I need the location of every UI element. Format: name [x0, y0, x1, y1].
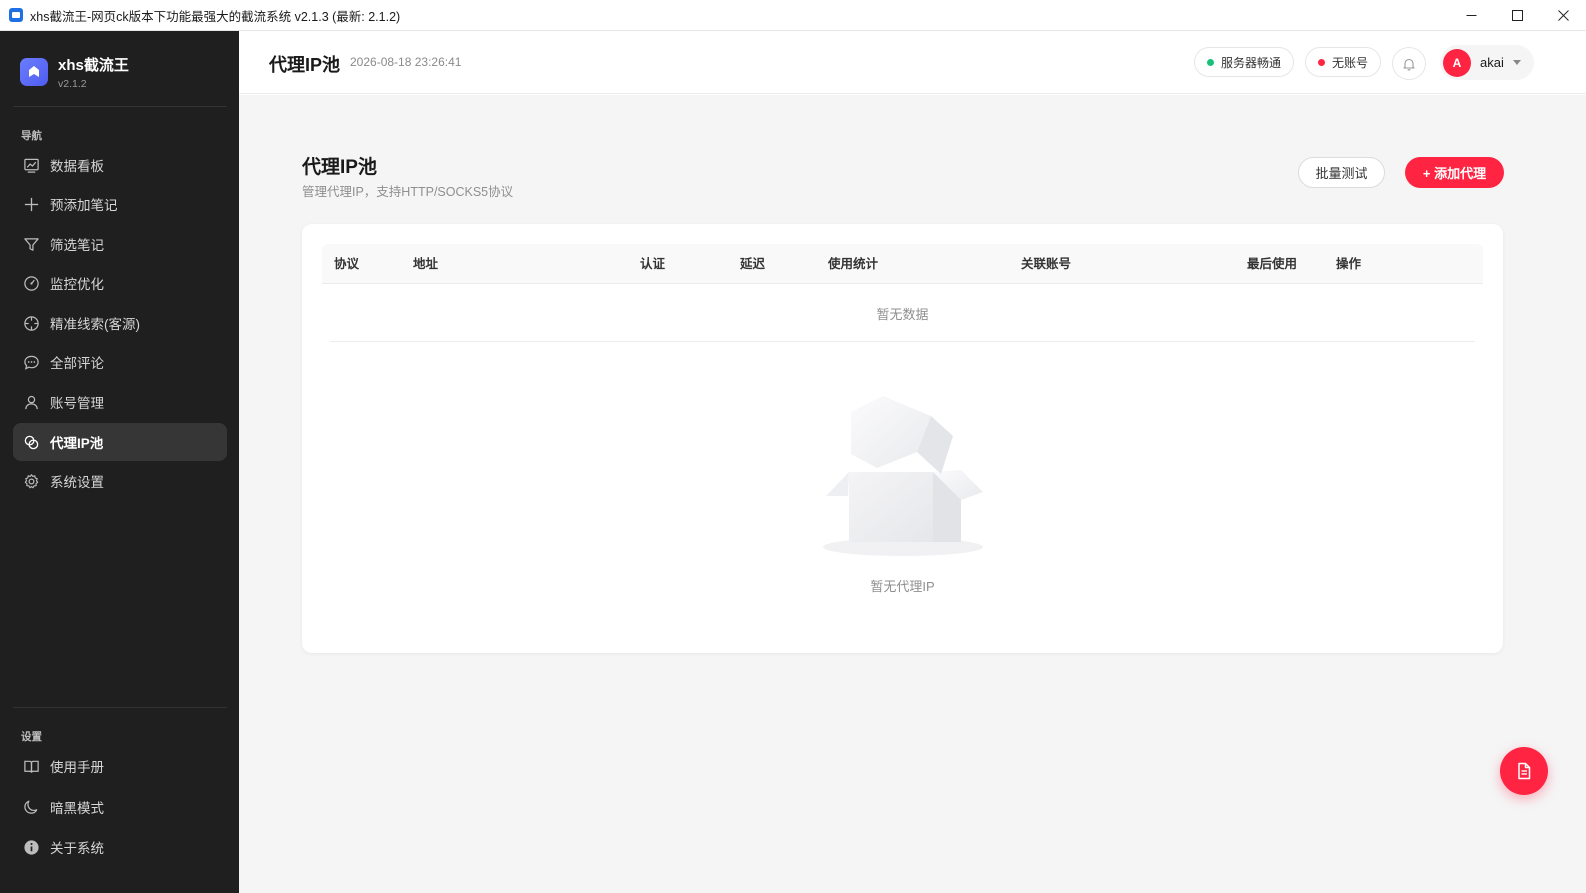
sidebar-item-proxy-pool[interactable]: 代理IP池 [13, 423, 227, 461]
empty-box-illustration [823, 396, 983, 556]
sidebar-item-manual[interactable]: 使用手册 [13, 747, 227, 785]
sidebar-item-filter-notes[interactable]: 筛选笔记 [13, 225, 227, 263]
plus-icon [24, 197, 39, 211]
document-icon [1518, 762, 1531, 780]
brand-version: v2.1.2 [58, 78, 87, 90]
sidebar-item-label: 全部评论 [50, 356, 104, 371]
account-status-text: 无账号 [1332, 55, 1369, 70]
table-header: 协议 地址 认证 延迟 使用统计 关联账号 最后使用 操作 [322, 244, 1483, 284]
section-title: 代理IP池 [302, 157, 377, 178]
gear-icon [24, 473, 39, 488]
sidebar-item-leads[interactable]: 精准线索(客源) [13, 304, 227, 342]
column-header-latency: 延迟 [740, 257, 766, 271]
empty-state-text: 暂无代理IP [870, 579, 935, 594]
main-content: 代理IP池 管理代理IP，支持HTTP/SOCKS5协议 批量测试 + 添加代理… [239, 95, 1586, 893]
page-title: 代理IP池 [269, 55, 341, 75]
sidebar: xhs截流王 v2.1.2 导航 数据看板 预添加笔记 筛选笔记 监控优化 精准… [0, 31, 239, 893]
add-proxy-button[interactable]: + 添加代理 [1405, 157, 1504, 188]
top-header: 代理IP池 2026-08-18 23:26:41 服务器畅通 无账号 A ak… [239, 31, 1586, 94]
sidebar-item-label: 关于系统 [50, 841, 104, 856]
sidebar-item-dark-mode[interactable]: 暗黑模式 [13, 788, 227, 826]
sidebar-item-label: 精准线索(客源) [50, 317, 140, 332]
floating-doc-button[interactable] [1500, 747, 1548, 795]
notification-button[interactable] [1392, 47, 1426, 80]
app-icon [9, 8, 23, 22]
user-icon [25, 395, 38, 409]
gauge-icon [24, 275, 39, 291]
nav-section-label: 导航 [21, 130, 42, 142]
comment-icon [24, 355, 39, 370]
column-header-linked-account: 关联账号 [1021, 257, 1072, 271]
proxy-table-card: 协议 地址 认证 延迟 使用统计 关联账号 最后使用 操作 暂无数据 暂无代理I… [302, 224, 1503, 653]
filter-icon [24, 237, 39, 251]
sidebar-item-accounts[interactable]: 账号管理 [13, 383, 227, 421]
brand-logo-icon [20, 58, 48, 86]
sidebar-item-label: 筛选笔记 [50, 238, 104, 253]
column-header-actions: 操作 [1336, 257, 1362, 271]
sidebar-item-about[interactable]: 关于系统 [13, 828, 227, 866]
settings-section-label: 设置 [21, 731, 42, 743]
target-icon [24, 315, 39, 331]
window-controls [1448, 0, 1586, 31]
current-datetime: 2026-08-18 23:26:41 [350, 55, 462, 69]
sidebar-item-label: 系统设置 [50, 475, 104, 490]
column-header-address: 地址 [413, 257, 439, 271]
status-dot-red [1318, 58, 1325, 66]
sidebar-item-pre-add-notes[interactable]: 预添加笔记 [13, 185, 227, 223]
window-titlebar: xhs截流王-网页ck版本下功能最强大的截流系统 v2.1.3 (最新: 2.1… [0, 0, 1586, 31]
status-dot-green [1207, 58, 1214, 66]
sidebar-item-settings[interactable]: 系统设置 [13, 462, 227, 500]
section-subtitle: 管理代理IP，支持HTTP/SOCKS5协议 [302, 185, 514, 199]
sidebar-item-label: 代理IP池 [50, 436, 104, 451]
sidebar-item-label: 数据看板 [50, 159, 104, 174]
divider [13, 707, 227, 708]
chart-icon [24, 158, 39, 173]
column-header-auth: 认证 [640, 257, 666, 271]
user-menu[interactable]: A akai [1440, 45, 1534, 80]
proxy-icon [24, 435, 39, 449]
avatar: A [1443, 48, 1471, 77]
sidebar-item-dashboard[interactable]: 数据看板 [13, 146, 227, 184]
divider [330, 341, 1475, 342]
user-name: akai [1480, 55, 1504, 70]
info-icon [24, 839, 39, 855]
minimize-icon[interactable] [1448, 0, 1494, 31]
column-header-protocol: 协议 [334, 257, 360, 271]
sidebar-item-label: 预添加笔记 [50, 198, 118, 213]
bell-icon [1403, 58, 1415, 71]
sidebar-item-label: 账号管理 [50, 396, 104, 411]
moon-icon [24, 800, 38, 814]
sidebar-item-label: 使用手册 [50, 760, 104, 775]
batch-test-button[interactable]: 批量测试 [1298, 157, 1385, 188]
maximize-icon[interactable] [1494, 0, 1540, 31]
column-header-usage: 使用统计 [828, 257, 879, 271]
book-icon [24, 760, 39, 773]
sidebar-item-monitor[interactable]: 监控优化 [13, 264, 227, 302]
sidebar-item-comments[interactable]: 全部评论 [13, 343, 227, 381]
server-status-text: 服务器畅通 [1221, 55, 1282, 70]
account-status-badge[interactable]: 无账号 [1305, 47, 1382, 77]
table-empty-text: 暂无数据 [876, 307, 929, 322]
chevron-down-icon [1512, 60, 1521, 65]
divider [13, 106, 227, 107]
brand-name: xhs截流王 [58, 57, 129, 74]
sidebar-item-label: 监控优化 [50, 277, 104, 292]
brand: xhs截流王 v2.1.2 [20, 54, 129, 90]
sidebar-item-label: 暗黑模式 [50, 801, 104, 816]
server-status-badge[interactable]: 服务器畅通 [1194, 47, 1295, 77]
column-header-last-used: 最后使用 [1247, 257, 1298, 271]
close-icon[interactable] [1540, 0, 1586, 31]
window-title: xhs截流王-网页ck版本下功能最强大的截流系统 v2.1.3 (最新: 2.1… [30, 9, 401, 24]
